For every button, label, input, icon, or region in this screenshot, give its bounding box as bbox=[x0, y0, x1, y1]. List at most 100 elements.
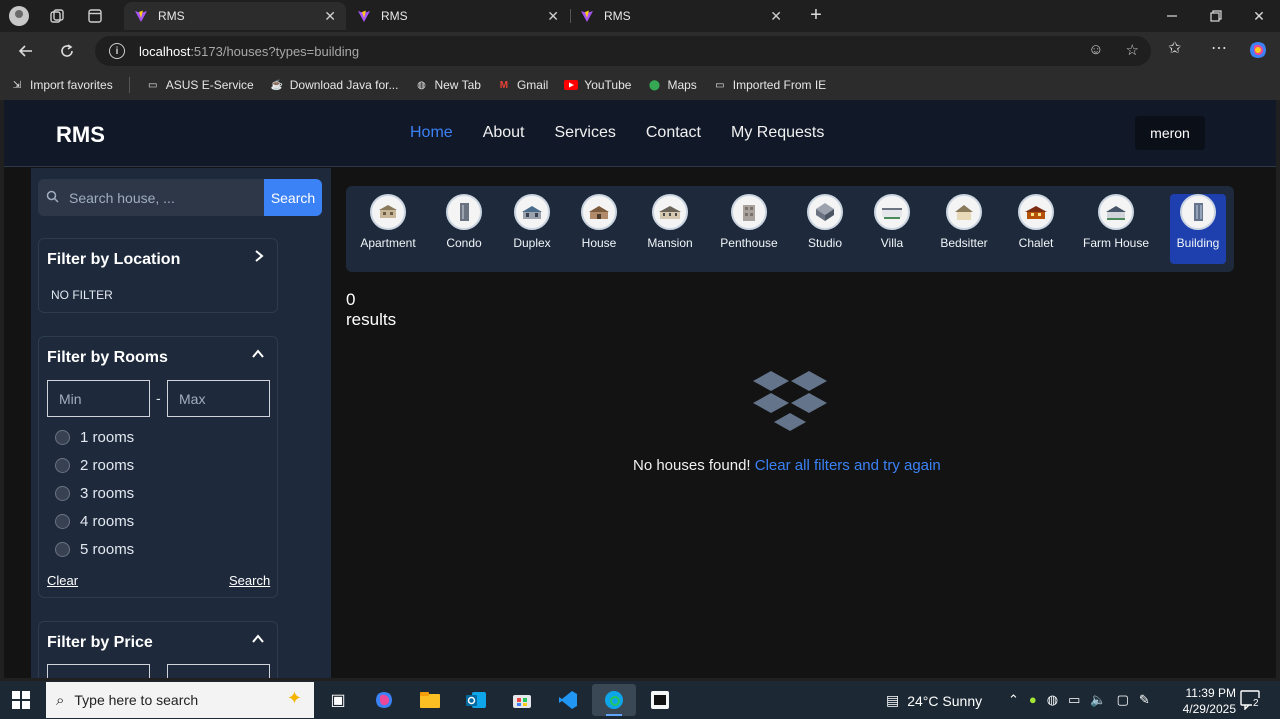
rooms-option-3[interactable]: 3 rooms bbox=[55, 485, 134, 502]
radio-button[interactable] bbox=[55, 514, 70, 529]
restore-button[interactable] bbox=[1194, 0, 1238, 32]
type-villa[interactable]: Villa bbox=[862, 194, 922, 264]
minimize-button[interactable] bbox=[1150, 0, 1194, 32]
radio-button[interactable] bbox=[55, 486, 70, 501]
pen-icon[interactable]: ✎ bbox=[1139, 692, 1150, 708]
language-globe-icon[interactable]: ◍ bbox=[1047, 692, 1058, 708]
chevron-up-icon[interactable] bbox=[251, 632, 265, 650]
close-tab-icon[interactable]: ✕ bbox=[324, 8, 336, 25]
volume-icon[interactable]: 🔈 bbox=[1090, 692, 1106, 708]
taskbar-search-box[interactable]: ⌕ Type here to search ✦ bbox=[46, 682, 314, 718]
radio-button[interactable] bbox=[55, 542, 70, 557]
rooms-min-input[interactable]: Min bbox=[47, 380, 150, 417]
java-icon: ☕ bbox=[270, 79, 283, 91]
search-input[interactable]: Search house, ... bbox=[38, 179, 264, 216]
type-apartment[interactable]: Apartment bbox=[358, 194, 418, 264]
browser-tab-1[interactable]: RMS ✕ bbox=[124, 2, 346, 30]
rooms-clear-link[interactable]: Clear bbox=[47, 573, 78, 588]
type-farm-house[interactable]: Farm House bbox=[1083, 194, 1149, 264]
windows-start-icon[interactable] bbox=[12, 691, 30, 709]
favorites-button[interactable]: ✩ bbox=[1168, 38, 1181, 58]
weather-widget[interactable]: ▤ 24°C Sunny bbox=[886, 692, 982, 709]
reader-mode-icon[interactable]: ☺ bbox=[1088, 41, 1103, 59]
active-app-indicator bbox=[606, 714, 622, 716]
back-button[interactable] bbox=[12, 38, 40, 64]
vscode-app[interactable] bbox=[546, 684, 590, 716]
type-bedsitter[interactable]: Bedsitter bbox=[934, 194, 994, 264]
browser-tab-3[interactable]: RMS ✕ bbox=[570, 2, 792, 30]
type-condo[interactable]: Condo bbox=[434, 194, 494, 264]
terminal-app[interactable] bbox=[638, 684, 682, 716]
rooms-option-4[interactable]: 4 rooms bbox=[55, 513, 134, 530]
type-duplex[interactable]: Duplex bbox=[502, 194, 562, 264]
radio-button[interactable] bbox=[55, 430, 70, 445]
vite-icon bbox=[134, 9, 148, 23]
meet-now-icon[interactable]: ▢ bbox=[1117, 692, 1129, 708]
show-hidden-icons-icon[interactable]: ⌃ bbox=[1008, 692, 1019, 708]
security-icon[interactable]: ● bbox=[1029, 692, 1037, 708]
rooms-option-1[interactable]: 1 rooms bbox=[55, 429, 134, 446]
profile-button[interactable] bbox=[0, 0, 38, 32]
folder-icon: ▭ bbox=[715, 79, 725, 91]
type-studio[interactable]: Studio bbox=[795, 194, 855, 264]
bookmark-maps[interactable]: ⬤ Maps bbox=[647, 78, 697, 92]
browser-tab-2[interactable]: RMS ✕ bbox=[347, 2, 571, 30]
site-info-icon[interactable]: i bbox=[109, 43, 125, 59]
close-window-button[interactable]: ✕ bbox=[1237, 0, 1280, 32]
price-max-input[interactable] bbox=[167, 664, 270, 678]
nav-link-contact[interactable]: Contact bbox=[646, 124, 701, 142]
nav-link-my-requests[interactable]: My Requests bbox=[731, 124, 824, 142]
type-chalet[interactable]: Chalet bbox=[1006, 194, 1066, 264]
task-view-icon: ▣ bbox=[330, 692, 346, 709]
type-penthouse[interactable]: Penthouse bbox=[719, 194, 779, 264]
new-tab-button[interactable]: + bbox=[804, 4, 828, 28]
chevron-right-icon[interactable] bbox=[253, 249, 265, 268]
rooms-option-5[interactable]: 5 rooms bbox=[55, 541, 134, 558]
radio-button[interactable] bbox=[55, 458, 70, 473]
nav-link-about[interactable]: About bbox=[483, 124, 525, 142]
type-building[interactable]: Building bbox=[1170, 194, 1226, 264]
bookmark-imported-ie[interactable]: ▭ Imported From IE bbox=[713, 78, 826, 92]
type-house[interactable]: House bbox=[569, 194, 629, 264]
bookmark-youtube[interactable]: YouTube bbox=[564, 78, 631, 92]
price-min-input[interactable] bbox=[47, 664, 150, 678]
tab-title: RMS bbox=[158, 9, 185, 23]
close-tab-icon[interactable]: ✕ bbox=[770, 8, 782, 25]
url-bar[interactable]: i localhost:5173/houses?types=building ☺… bbox=[95, 36, 1151, 66]
close-tab-icon[interactable]: ✕ bbox=[547, 8, 559, 25]
favorite-star-icon[interactable]: ☆ bbox=[1126, 41, 1139, 59]
nav-link-services[interactable]: Services bbox=[555, 124, 616, 142]
file-explorer-app[interactable] bbox=[408, 684, 452, 716]
edge-app[interactable] bbox=[592, 684, 636, 716]
refresh-button[interactable] bbox=[53, 38, 81, 64]
rooms-option-2[interactable]: 2 rooms bbox=[55, 457, 134, 474]
copilot-button[interactable] bbox=[1248, 40, 1268, 60]
user-menu-button[interactable]: meron bbox=[1135, 116, 1205, 150]
bookmark-asus[interactable]: ▭ ASUS E-Service bbox=[146, 78, 254, 92]
bookmark-java[interactable]: ☕ Download Java for... bbox=[270, 78, 399, 92]
battery-icon[interactable]: ▭ bbox=[1068, 692, 1080, 708]
nav-link-home[interactable]: Home bbox=[410, 124, 453, 142]
type-mansion[interactable]: Mansion bbox=[640, 194, 700, 264]
clear-filters-link[interactable]: Clear all filters and try again bbox=[755, 457, 941, 474]
outlook-app[interactable] bbox=[454, 684, 498, 716]
taskbar-clock[interactable]: 11:39 PM 4/29/2025 bbox=[1170, 685, 1236, 717]
rooms-max-input[interactable]: Max bbox=[167, 380, 270, 417]
notifications-button[interactable]: 2 bbox=[1240, 690, 1262, 711]
menu-button[interactable]: ⋯ bbox=[1211, 38, 1227, 58]
copilot-app[interactable] bbox=[362, 684, 406, 716]
store-app[interactable] bbox=[500, 684, 544, 716]
house-icon bbox=[581, 194, 617, 230]
filter-location-title: Filter by Location bbox=[47, 251, 181, 268]
chevron-up-icon[interactable] bbox=[251, 347, 265, 365]
workspaces-button[interactable] bbox=[38, 0, 76, 32]
search-button[interactable]: Search bbox=[264, 179, 322, 216]
task-view-button[interactable]: ▣ bbox=[316, 684, 360, 716]
bookmark-gmail[interactable]: M Gmail bbox=[497, 78, 549, 92]
bookmark-new-tab[interactable]: ◍ New Tab bbox=[414, 78, 481, 92]
youtube-icon bbox=[564, 78, 579, 92]
tab-actions-button[interactable] bbox=[76, 0, 114, 32]
brand-logo[interactable]: RMS bbox=[56, 122, 105, 148]
bookmark-import-favorites[interactable]: ⇲ Import favorites bbox=[10, 78, 113, 92]
rooms-search-link[interactable]: Search bbox=[229, 573, 270, 588]
